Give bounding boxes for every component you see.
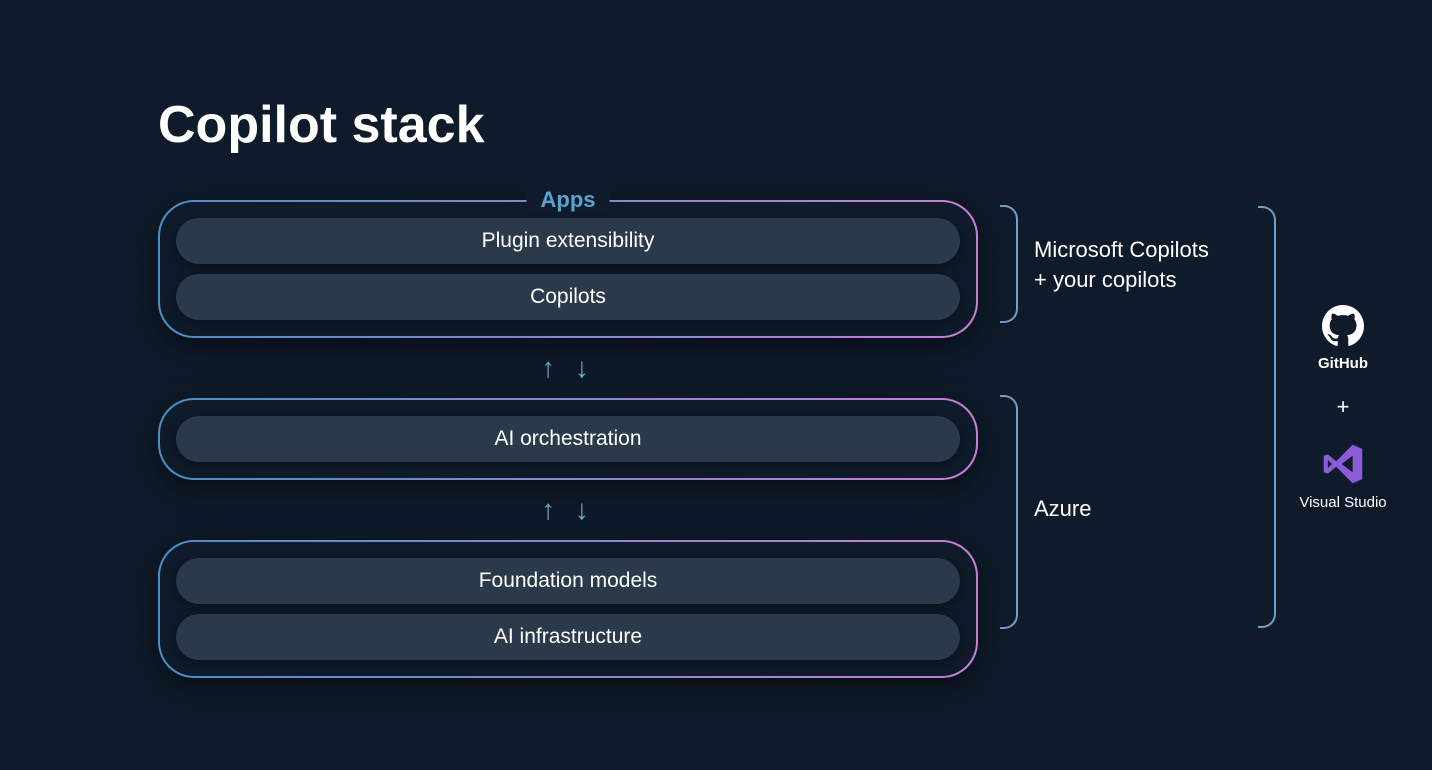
diagram-title: Copilot stack [158, 95, 485, 155]
tool-github: GitHub [1318, 305, 1368, 372]
github-label: GitHub [1318, 355, 1368, 372]
arrows-icon: ↑ ↓ [158, 338, 978, 398]
plus-sign: + [1337, 394, 1350, 420]
tool-visual-studio: Visual Studio [1299, 442, 1386, 511]
pill-foundation-models: Foundation models [176, 558, 960, 604]
group-orchestration: AI orchestration [160, 400, 976, 478]
pill-copilots: Copilots [176, 274, 960, 320]
tools-column: GitHub + Visual Studio [1288, 305, 1398, 511]
pill-ai-orchestration: AI orchestration [176, 416, 960, 462]
pill-plugin-extensibility: Plugin extensibility [176, 218, 960, 264]
visual-studio-icon [1321, 442, 1365, 490]
group-apps: Plugin extensibility Copilots [160, 202, 976, 336]
github-icon [1322, 305, 1364, 351]
bracket-azure [1000, 395, 1018, 629]
pill-ai-infrastructure: AI infrastructure [176, 614, 960, 660]
bracket-apps-label: Microsoft Copilots + your copilots [1034, 235, 1209, 294]
visual-studio-label: Visual Studio [1299, 494, 1386, 511]
group-foundation-wrapper: Foundation models AI infrastructure [158, 540, 978, 678]
stack-column: Apps Plugin extensibility Copilots ↑ ↓ A… [158, 200, 978, 678]
arrows-icon: ↑ ↓ [158, 480, 978, 540]
group-apps-label: Apps [527, 187, 610, 213]
group-orchestration-wrapper: AI orchestration [158, 398, 978, 480]
group-apps-wrapper: Apps Plugin extensibility Copilots [158, 200, 978, 338]
bracket-apps [1000, 205, 1018, 323]
group-foundation: Foundation models AI infrastructure [160, 542, 976, 676]
bracket-tools [1258, 206, 1276, 628]
bracket-azure-label: Azure [1034, 494, 1091, 524]
